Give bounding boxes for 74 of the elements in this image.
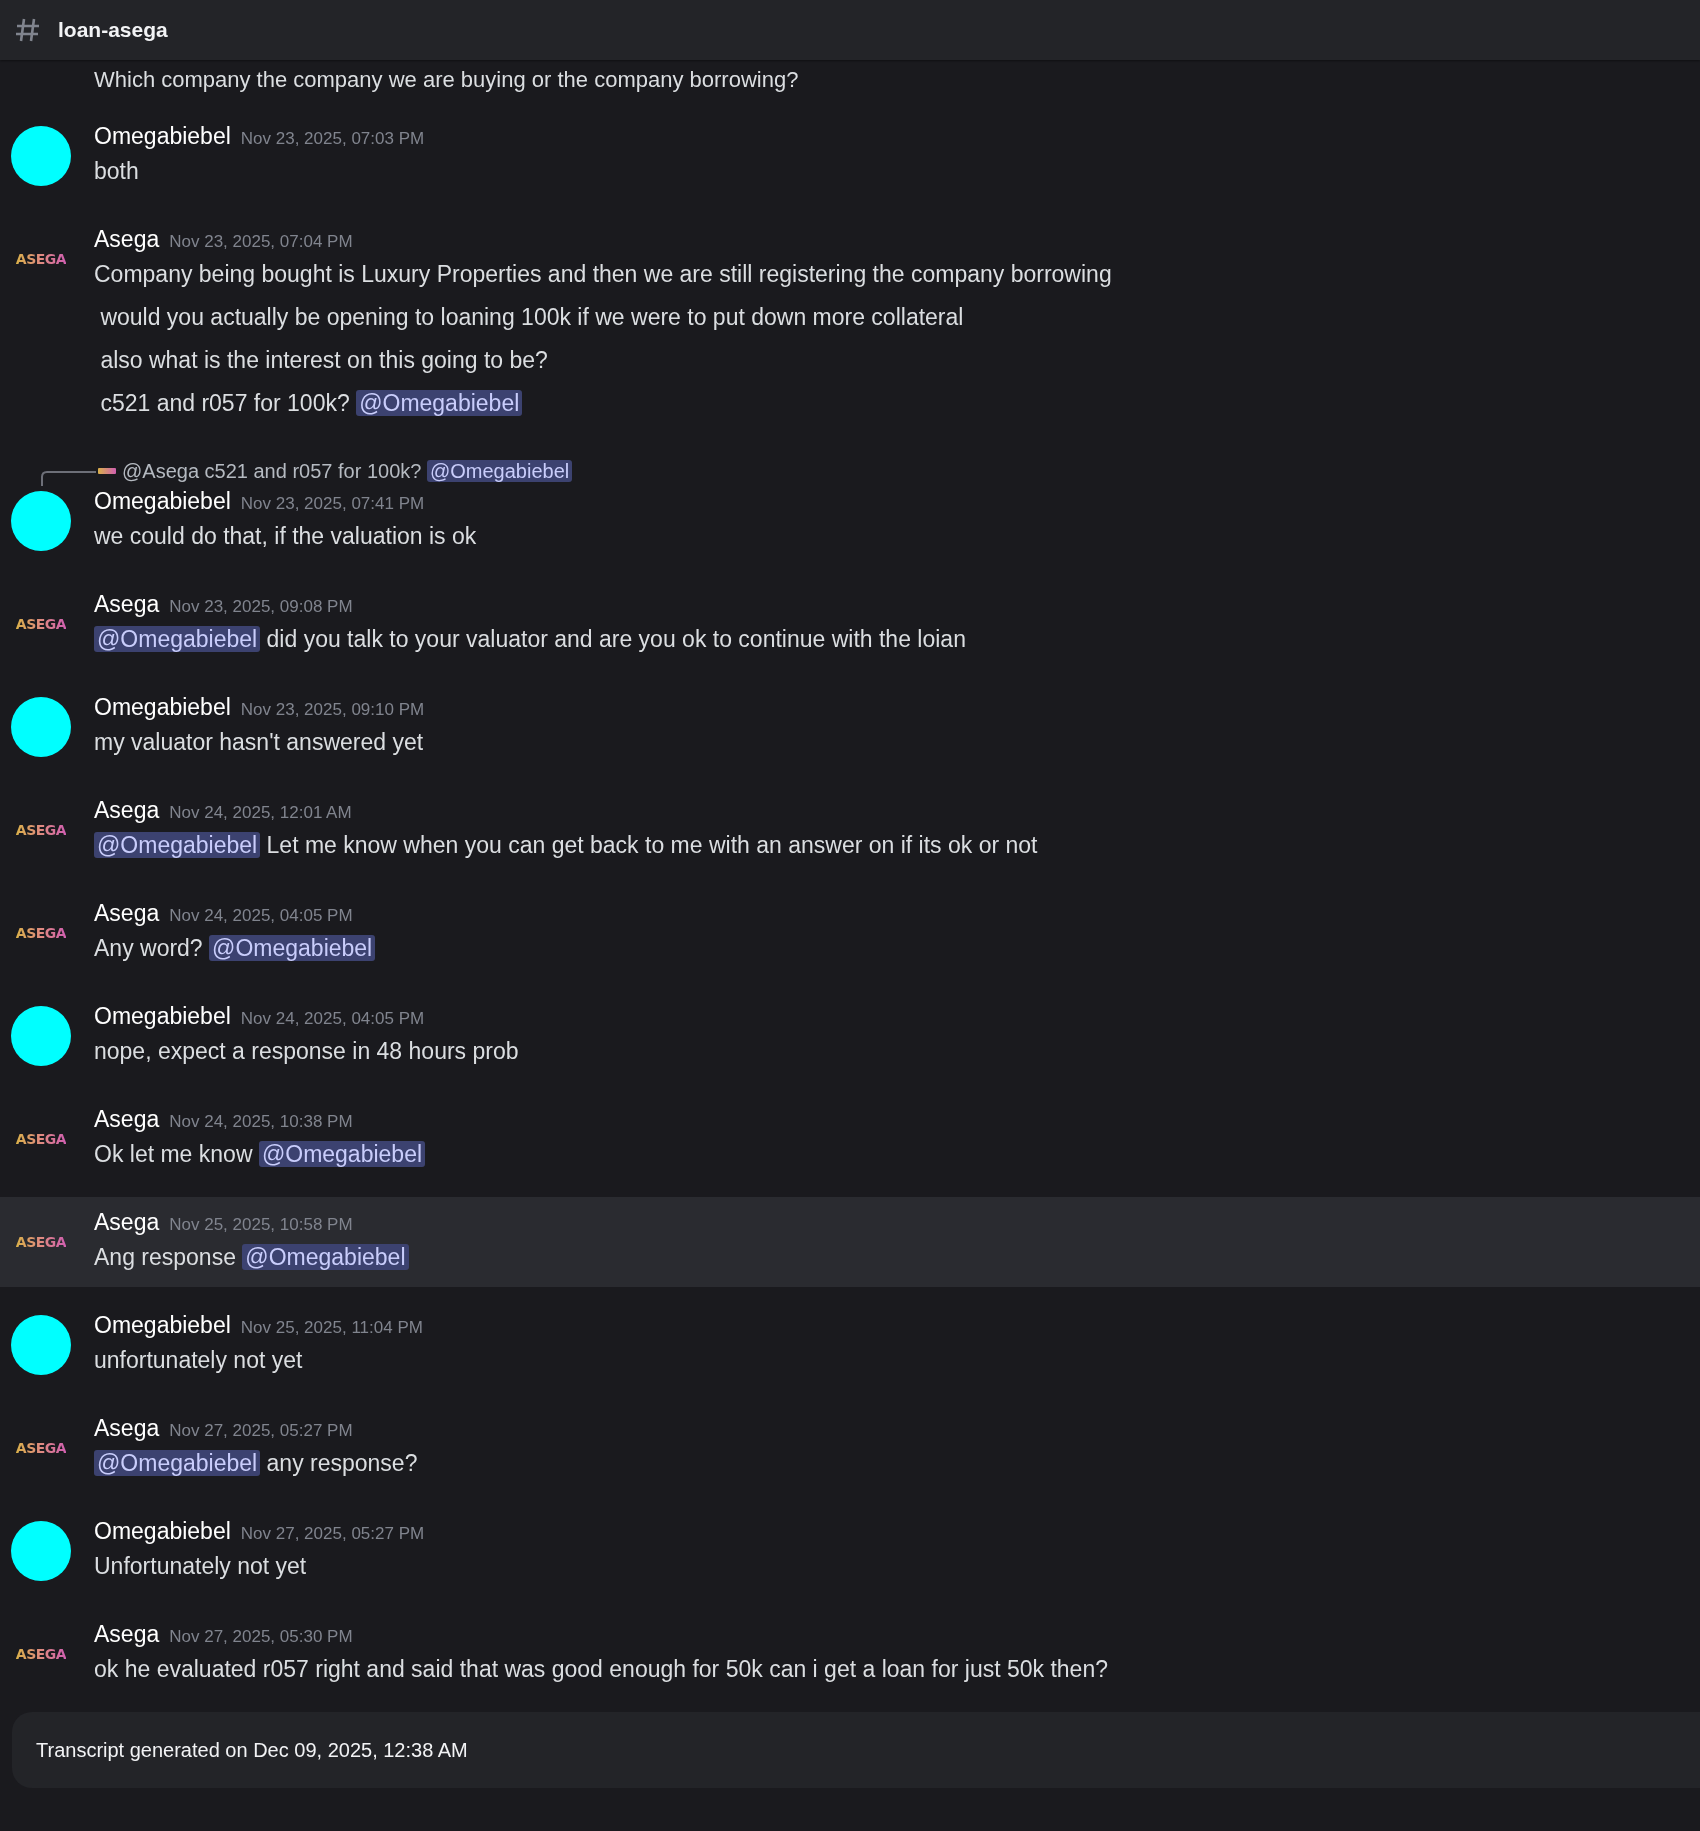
- mention-link[interactable]: @Omegabiebel: [94, 832, 261, 858]
- author-name[interactable]: Asega: [94, 1621, 160, 1648]
- timestamp: Nov 23, 2025, 07:03 PM: [240, 129, 425, 149]
- timestamp: Nov 24, 2025, 12:01 AM: [169, 803, 352, 823]
- avatar-icon: [98, 468, 116, 474]
- mention-link[interactable]: @Omegabiebel: [242, 1244, 409, 1270]
- mention-link[interactable]: @Omegabiebel: [258, 1141, 426, 1167]
- message-text: unfortunately not yet: [94, 1346, 304, 1375]
- reply-preview[interactable]: @Asega c521 and r057 for 100k? @Omegabiebel: [122, 459, 573, 483]
- timestamp: Nov 27, 2025, 05:27 PM: [169, 1421, 353, 1441]
- author-name[interactable]: Asega: [94, 226, 160, 253]
- avatar[interactable]: [11, 126, 71, 186]
- mention-link[interactable]: @Omegabiebel: [209, 935, 376, 961]
- mention-link[interactable]: @Omegabiebel: [356, 390, 523, 416]
- author-name[interactable]: Omegabiebel: [94, 1312, 231, 1339]
- avatar-logo[interactable]: ASEGA: [15, 925, 67, 941]
- avatar-logo[interactable]: ASEGA: [15, 1131, 67, 1147]
- author-name[interactable]: Asega: [94, 1106, 160, 1133]
- timestamp: Nov 23, 2025, 07:41 PM: [240, 494, 425, 514]
- avatar-logo[interactable]: ASEGA: [15, 616, 67, 632]
- mention-link[interactable]: @Omegabiebel: [426, 459, 573, 482]
- message-text: ok he evaluated r057 right and said that was good enough for 50k can i get a loan for just 50k then?: [94, 1655, 1108, 1684]
- avatar[interactable]: [11, 1315, 71, 1375]
- message-text: Which company the company we are buying or the company borrowing?: [93, 66, 800, 94]
- avatar[interactable]: [11, 1006, 71, 1066]
- message-text: my valuator hasn't answered yet: [94, 728, 425, 757]
- avatar-logo[interactable]: ASEGA: [15, 251, 67, 267]
- avatar-logo[interactable]: ASEGA: [15, 1234, 67, 1250]
- channel-name: loan-asega: [58, 18, 168, 42]
- author-name[interactable]: Omegabiebel: [94, 488, 231, 515]
- message-text: we could do that, if the valuation is ok: [94, 522, 477, 551]
- message-text: nope, expect a response in 48 hours prob: [94, 1037, 519, 1066]
- message-text: both: [94, 157, 140, 186]
- author-name[interactable]: Omegabiebel: [94, 694, 231, 721]
- timestamp: Nov 27, 2025, 05:27 PM: [240, 1524, 425, 1544]
- avatar[interactable]: [11, 697, 71, 757]
- avatar-logo[interactable]: ASEGA: [15, 1646, 67, 1662]
- message-text: Company being bought is Luxury Properties and then we are still registering the company borrowing: [94, 260, 1112, 289]
- mention-link[interactable]: @Omegabiebel: [94, 1450, 261, 1476]
- timestamp: Nov 23, 2025, 07:04 PM: [169, 232, 353, 252]
- timestamp: Nov 24, 2025, 04:05 PM: [240, 1009, 425, 1029]
- timestamp: Nov 27, 2025, 05:30 PM: [169, 1627, 353, 1647]
- reply-connector: [40, 470, 96, 486]
- hash-icon: [14, 16, 42, 44]
- message-text: c521 and r057 for 100k? @Omegabiebel: [94, 385, 1112, 421]
- timestamp: Nov 25, 2025, 11:04 PM: [240, 1318, 423, 1338]
- author-name[interactable]: Omegabiebel: [94, 1518, 231, 1545]
- footer-text: Transcript generated on Dec 09, 2025, 12:38 AM: [36, 1738, 468, 1762]
- author-name[interactable]: Omegabiebel: [94, 1003, 231, 1030]
- avatar-logo[interactable]: ASEGA: [15, 822, 67, 838]
- message-text: @Omegabiebel Let me know when you can get back to me with an answer on if its ok or not: [94, 827, 1038, 863]
- author-name[interactable]: Asega: [94, 1415, 160, 1442]
- author-name[interactable]: Asega: [94, 797, 160, 824]
- author-name[interactable]: Asega: [94, 591, 160, 618]
- message-text: Ang response @Omegabiebel: [94, 1239, 409, 1275]
- message-text: also what is the interest on this going to be?: [99, 346, 549, 375]
- message-text: would you actually be opening to loaning 100k if we were to put down more collateral: [99, 303, 965, 332]
- timestamp: Nov 23, 2025, 09:08 PM: [169, 597, 353, 617]
- timestamp: Nov 24, 2025, 10:38 PM: [169, 1112, 353, 1132]
- timestamp: Nov 24, 2025, 04:05 PM: [169, 906, 353, 926]
- timestamp: Nov 25, 2025, 10:58 PM: [169, 1215, 353, 1235]
- avatar[interactable]: [11, 1521, 71, 1581]
- author-name[interactable]: Asega: [94, 900, 160, 927]
- mention-link[interactable]: @Omegabiebel: [94, 626, 261, 652]
- timestamp: Nov 23, 2025, 09:10 PM: [240, 700, 425, 720]
- message-text: Unfortunately not yet: [94, 1552, 308, 1581]
- author-name[interactable]: Asega: [94, 1209, 160, 1236]
- author-name[interactable]: Omegabiebel: [94, 123, 231, 150]
- avatar-logo[interactable]: ASEGA: [15, 1440, 67, 1456]
- message-text: Any word? @Omegabiebel: [94, 930, 376, 966]
- message-text: Ok let me know @Omegabiebel: [94, 1136, 426, 1172]
- message-text: @Omegabiebel any response?: [94, 1445, 418, 1481]
- avatar[interactable]: [11, 491, 71, 551]
- message-text: @Omegabiebel did you talk to your valuator and are you ok to continue with the loian: [94, 621, 966, 657]
